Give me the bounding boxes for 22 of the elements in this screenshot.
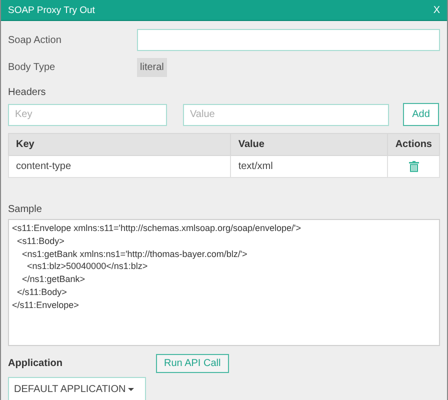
column-header: Value bbox=[230, 134, 388, 156]
field-label: Body Type bbox=[8, 62, 56, 73]
field-label: Soap Action bbox=[8, 34, 62, 46]
close-button[interactable]: X bbox=[433, 4, 440, 16]
window-title: SOAP Proxy Try Out bbox=[8, 4, 95, 16]
run-api-call-button[interactable]: Run API Call bbox=[156, 354, 229, 373]
trash-icon[interactable] bbox=[408, 160, 419, 172]
column-header: Key bbox=[8, 134, 231, 156]
section-label: Sample bbox=[8, 204, 43, 215]
table-cell: text/xml bbox=[230, 156, 388, 178]
column-header: Actions bbox=[388, 134, 440, 156]
body-type-tag: literal bbox=[137, 58, 167, 77]
application-dropdown[interactable]: DEFAULT APPLICATION bbox=[8, 377, 146, 400]
value-field[interactable]: Value bbox=[183, 104, 389, 126]
sample-field[interactable]: <s11:Envelope xmlns:s11='http://schemas.xmlsoap.org/soap/envelope/'> <s11:Body> <ns1:getBank xmlns:ns1='http://thomas-bayer.com/blz/'> <ns1:blz>50040000</ns1:blz> </ns1:getBank> </s11:Body> </s11:Envelope> bbox=[8, 219, 440, 346]
section-label: Application bbox=[8, 358, 64, 369]
add-button[interactable]: Add bbox=[403, 103, 439, 126]
key-field[interactable]: Key bbox=[8, 104, 167, 126]
soap-action-field[interactable] bbox=[137, 29, 440, 51]
caret-icon bbox=[128, 388, 134, 390]
table-cell: content-type bbox=[8, 156, 231, 178]
section-label: Headers bbox=[8, 87, 47, 98]
